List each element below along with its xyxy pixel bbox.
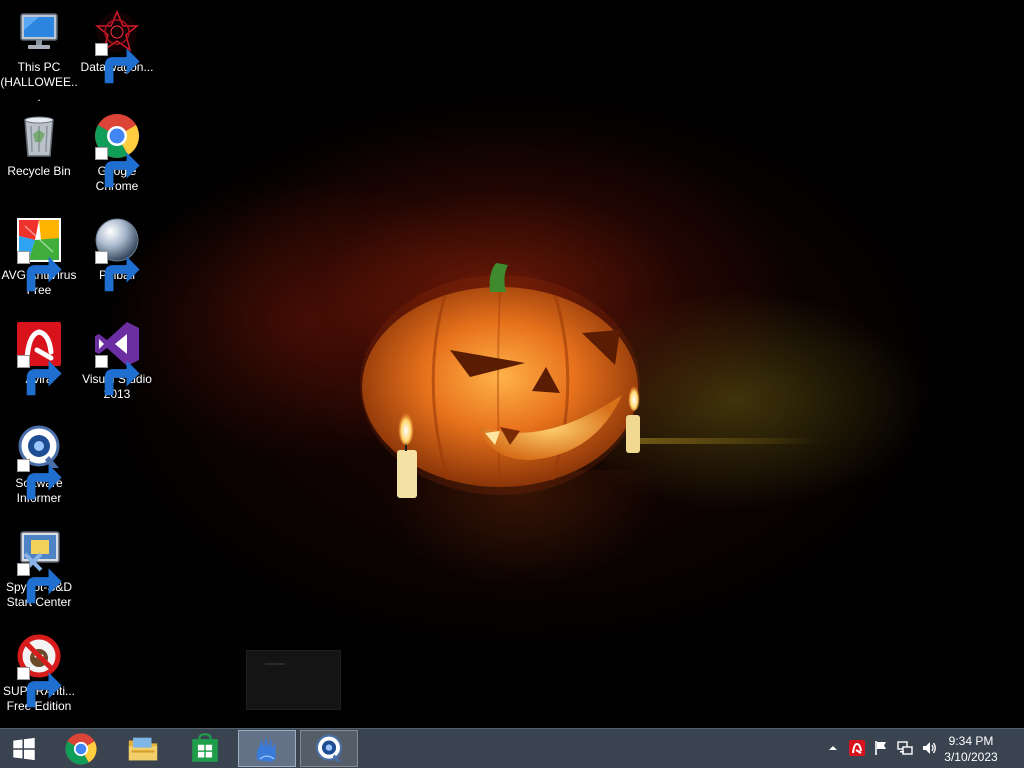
folder-icon xyxy=(128,737,158,760)
shortcut-arrow-icon xyxy=(95,251,140,292)
desktop-icon-avg[interactable]: AVG AntiVirus Free xyxy=(0,216,78,298)
shortcut-arrow-icon xyxy=(17,355,62,396)
shortcut-arrow-icon xyxy=(17,563,62,604)
tray-avira-button[interactable] xyxy=(848,739,866,757)
shortcut-arrow-icon xyxy=(17,251,62,292)
flag-icon xyxy=(875,741,886,755)
avira-tray-icon xyxy=(849,740,865,756)
desktop-icon-superantispyware[interactable]: SUPERAnti... Free Edition xyxy=(0,632,78,714)
taskbar-clock[interactable]: 9:34 PM 3/10/2023 xyxy=(936,733,1006,765)
shortcut-arrow-icon xyxy=(17,667,62,708)
desktop-icon-label: This PC (HALLOWEE... xyxy=(0,60,78,104)
desktop-icon-label: Recycle Bin xyxy=(7,164,71,178)
windows-logo-icon xyxy=(13,737,35,760)
wallpaper-floor-glow xyxy=(640,438,820,444)
desktop-icon-datawagon[interactable]: DataWagon... xyxy=(78,8,156,84)
taskbar-store-button[interactable] xyxy=(176,730,234,767)
shortcut-arrow-icon xyxy=(95,147,140,188)
shortcut-arrow-icon xyxy=(95,43,140,84)
desktop-icon-spybot[interactable]: Spybot-S&D Start Center xyxy=(0,528,78,610)
start-button[interactable] xyxy=(0,730,48,767)
tray-action-center-button[interactable] xyxy=(872,739,890,757)
taskbar-software-informer-button[interactable] xyxy=(300,730,358,767)
chevron-up-icon xyxy=(829,746,837,750)
desktop-icon-google-chrome[interactable]: Google Chrome xyxy=(78,112,156,194)
taskbar: 9:34 PM 3/10/2023 xyxy=(0,728,1024,768)
show-hidden-icons-button[interactable] xyxy=(824,739,842,757)
store-icon xyxy=(192,732,218,762)
clock-time: 9:34 PM xyxy=(948,734,994,748)
desktop-icon-pinball[interactable]: Pinball xyxy=(78,216,156,292)
taskbar-chrome-button[interactable] xyxy=(52,730,110,767)
clock-date: 3/10/2023 xyxy=(944,750,998,764)
desktop-icon-software-informer[interactable]: Software Informer xyxy=(0,424,78,506)
computer-icon xyxy=(20,13,58,49)
shortcut-arrow-icon xyxy=(17,459,62,500)
hand-app-icon xyxy=(256,735,276,762)
recycle-bin-icon xyxy=(24,116,54,157)
chrome-icon xyxy=(65,732,97,765)
desktop[interactable]: This PC (HALLOWEE... Recycle Bin AVG Ant… xyxy=(0,0,1024,728)
tray-network-button[interactable] xyxy=(896,739,914,757)
volume-icon xyxy=(923,742,936,754)
desktop-icon-recycle-bin[interactable]: Recycle Bin xyxy=(0,112,78,179)
desktop-icon-this-pc[interactable]: This PC (HALLOWEE... xyxy=(0,8,78,105)
taskbar-hand-app-button[interactable] xyxy=(238,730,296,767)
desktop-icon-avira[interactable]: Avira xyxy=(0,320,78,396)
taskbar-file-explorer-button[interactable] xyxy=(114,730,172,767)
pumpkin-wallpaper-image xyxy=(360,263,640,498)
desktop-icon-visual-studio[interactable]: Visual Studio 2013 xyxy=(78,320,156,402)
ghost-window-thumbnail xyxy=(246,650,341,710)
software-informer-icon xyxy=(315,733,343,762)
shortcut-arrow-icon xyxy=(95,355,140,396)
network-icon xyxy=(897,741,913,755)
